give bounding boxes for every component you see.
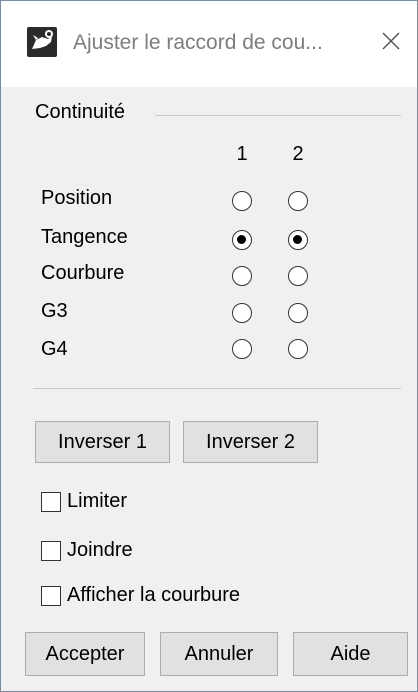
group-divider — [155, 115, 401, 116]
help-button[interactable]: Aide — [293, 632, 408, 676]
join-checkbox[interactable] — [41, 540, 61, 561]
window-title: Ajuster le raccord de cou... — [73, 31, 323, 54]
radio-g3-1[interactable] — [232, 303, 252, 323]
show-curvature-option[interactable]: Afficher la courbure — [41, 584, 240, 607]
dialog-window: Ajuster le raccord de cou... Continuité … — [0, 0, 418, 692]
accept-button[interactable]: Accepter — [25, 632, 145, 676]
invert-2-button[interactable]: Inverser 2 — [183, 421, 318, 463]
invert-1-button[interactable]: Inverser 1 — [35, 421, 170, 463]
radio-g4-2[interactable] — [288, 339, 308, 359]
radio-courbure-2[interactable] — [288, 266, 308, 286]
row-label-tangence: Tangence — [41, 226, 128, 248]
rhino-app-icon — [27, 27, 57, 57]
row-label-g3: G3 — [41, 300, 68, 322]
join-label: Joindre — [67, 539, 133, 561]
radio-position-1[interactable] — [232, 191, 252, 211]
row-label-g4: G4 — [41, 338, 68, 360]
radio-tangence-2[interactable] — [288, 230, 308, 250]
row-label-courbure: Courbure — [41, 262, 125, 284]
title-bar: Ajuster le raccord de cou... — [1, 1, 417, 87]
radio-g3-2[interactable] — [288, 303, 308, 323]
join-option[interactable]: Joindre — [41, 539, 133, 562]
radio-tangence-1[interactable] — [232, 230, 252, 250]
section-separator — [33, 388, 401, 389]
show-curvature-label: Afficher la courbure — [67, 584, 241, 606]
limit-label: Limiter — [67, 490, 128, 512]
show-curvature-checkbox[interactable] — [41, 585, 61, 606]
limit-option[interactable]: Limiter — [41, 490, 127, 513]
row-label-position: Position — [41, 187, 113, 209]
continuity-group-label: Continuité — [35, 101, 126, 123]
limit-checkbox[interactable] — [41, 491, 61, 512]
close-button[interactable] — [371, 23, 411, 63]
cancel-button[interactable]: Annuler — [160, 632, 278, 676]
radio-courbure-1[interactable] — [232, 266, 252, 286]
close-icon — [381, 31, 401, 56]
dialog-content: Continuité 1 2 Position Tangence Courbur… — [1, 87, 417, 691]
radio-g4-1[interactable] — [232, 339, 252, 359]
column-header-1: 1 — [236, 143, 248, 165]
radio-position-2[interactable] — [288, 191, 308, 211]
column-header-2: 2 — [292, 143, 304, 165]
